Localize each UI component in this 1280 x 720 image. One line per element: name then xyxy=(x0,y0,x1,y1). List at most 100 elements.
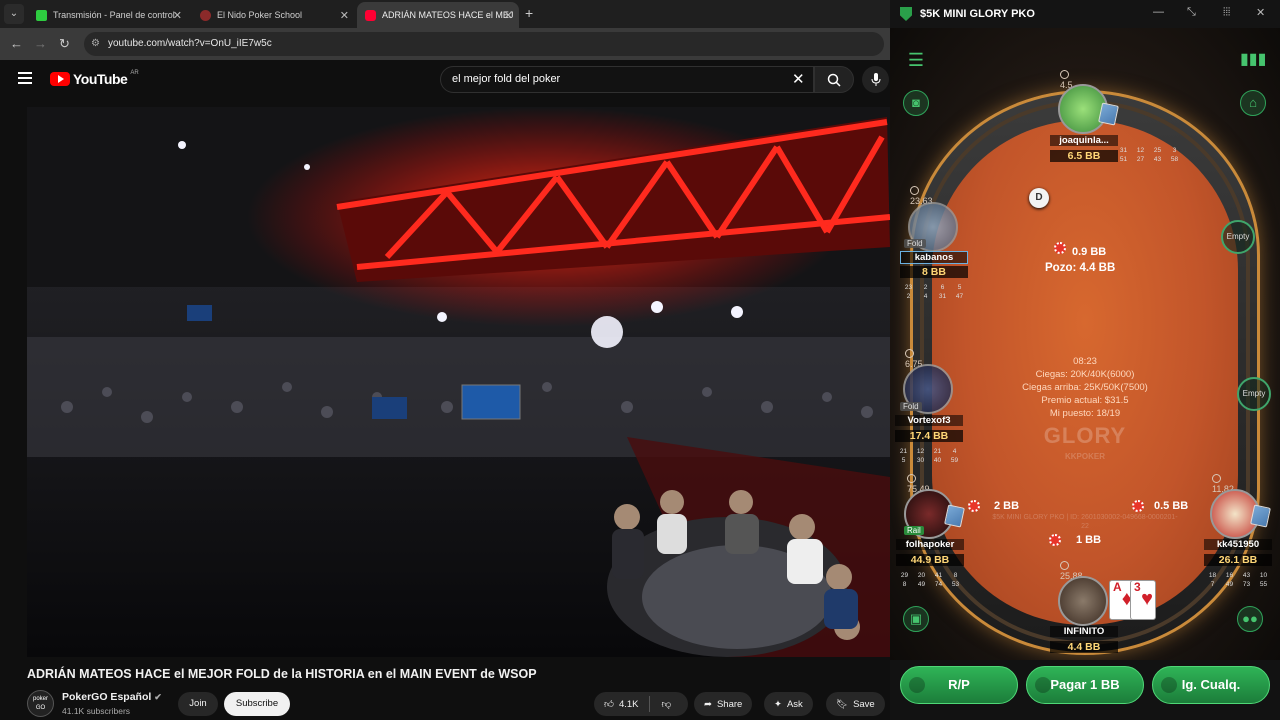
youtube-favicon-icon xyxy=(365,9,376,21)
glory-logo: GLORY xyxy=(1043,423,1127,448)
new-tab-icon[interactable]: + xyxy=(525,5,533,21)
browser-tab-active[interactable]: ADRIÁN MATEOS HACE el MEJ ✕ xyxy=(357,2,519,28)
close-tab-icon[interactable]: ✕ xyxy=(340,9,349,22)
search-query-text: el mejor fold del poker xyxy=(452,73,561,85)
close-tab-icon[interactable]: ✕ xyxy=(173,9,182,22)
stat: 23 xyxy=(904,284,913,291)
raise-pot-button[interactable]: R/P xyxy=(900,666,1018,704)
tournament-info: 08:23 Ciegas: 20K/40K(6000) Ciegas arrib… xyxy=(990,355,1180,420)
card-rank: A xyxy=(1113,580,1122,594)
back-icon[interactable]: ← xyxy=(10,36,23,51)
player-name: folhapoker xyxy=(896,539,964,550)
stat: 49 xyxy=(917,581,926,588)
forward-icon[interactable]: → xyxy=(34,36,47,51)
browser-tab[interactable]: Transmisión - Panel de control ✕ xyxy=(28,2,188,28)
action-label: Ig. Cualq. xyxy=(1181,677,1241,692)
next-blinds: Ciegas arriba: 25K/50K(7500) xyxy=(1022,382,1148,393)
menu-icon[interactable]: ☰ xyxy=(903,48,929,74)
tab-bar: ⌄ Transmisión - Panel de control ✕ El Ni… xyxy=(0,0,890,28)
player-name: Vortexof3 xyxy=(895,415,963,426)
youtube-logo[interactable]: YouTube AR xyxy=(50,70,139,87)
menu-icon[interactable] xyxy=(18,72,32,84)
call-button[interactable]: Pagar 1 BB xyxy=(1026,666,1144,704)
microphone-icon xyxy=(871,73,880,87)
save-button[interactable]: 🔖︎ Save xyxy=(826,692,885,716)
player-stack: 8 BB xyxy=(900,266,968,278)
player-stack: 44.9 BB xyxy=(896,554,964,566)
poker-client-window: $5K MINI GLORY PKO — ⤡ ⦙⦙⦙ ✕ GLORY KKPOK… xyxy=(890,0,1280,720)
like-count[interactable]: 4.1K xyxy=(619,699,639,710)
tab-search-button[interactable]: ⌄ xyxy=(4,4,24,24)
bounty-icon xyxy=(905,349,914,358)
stat: 21 xyxy=(933,448,942,455)
close-window-icon[interactable]: ✕ xyxy=(1256,6,1265,19)
channel-avatar[interactable]: poker GO xyxy=(27,690,54,717)
ask-label: Ask xyxy=(786,698,803,710)
chat-icon[interactable]: ●● xyxy=(1237,606,1263,632)
stat: 2 xyxy=(906,293,911,300)
resize-icon[interactable]: ⤡ xyxy=(1187,6,1196,19)
current-prize: Premio actual: $31.5 xyxy=(1041,395,1129,406)
stat: 27 xyxy=(1136,156,1145,163)
share-label: Share xyxy=(716,698,743,710)
hole-card: 3 ♥ xyxy=(1130,580,1156,620)
close-tab-icon[interactable]: ✕ xyxy=(504,9,513,22)
lobby-icon[interactable]: ⌂ xyxy=(1240,90,1266,116)
poker-window-title: $5K MINI GLORY PKO xyxy=(920,8,1035,20)
stat: 8 xyxy=(953,572,958,579)
action-bar: R/P Pagar 1 BB Ig. Cualq. xyxy=(890,660,1280,720)
empty-seat-button[interactable]: Empty xyxy=(1221,220,1255,254)
grid-menu-icon[interactable]: ⦙⦙⦙ xyxy=(1223,6,1230,19)
ask-button[interactable]: ✦ Ask xyxy=(764,692,813,716)
subscribe-button[interactable]: Subscribe xyxy=(224,692,290,716)
player-stats: 31 12 25 3 51 27 43 58 xyxy=(1115,146,1183,164)
minimize-icon[interactable]: — xyxy=(1153,6,1164,18)
empty-seat-button[interactable]: Empty xyxy=(1237,377,1271,411)
video-frame-image xyxy=(27,107,890,657)
video-player[interactable] xyxy=(27,107,890,657)
join-button[interactable]: Join xyxy=(178,692,218,716)
stat: 53 xyxy=(951,581,960,588)
channel-name[interactable]: PokerGO Español ✔ xyxy=(62,691,162,703)
stat: 41 xyxy=(934,572,943,579)
stat: 3 xyxy=(1172,147,1177,154)
checkbox-icon xyxy=(909,677,925,693)
cards-icon[interactable]: ▣ xyxy=(903,606,929,632)
call-any-button[interactable]: Ig. Cualq. xyxy=(1152,666,1270,704)
camera-icon[interactable]: ◙ xyxy=(903,90,929,116)
bet-chip-icon xyxy=(1132,500,1144,512)
clear-search-icon[interactable]: ✕ xyxy=(792,70,805,88)
player-stats: 29 20 41 8 8 49 74 53 xyxy=(896,571,964,589)
voice-search-button[interactable] xyxy=(862,66,889,93)
stat: 4 xyxy=(923,293,928,300)
stat: 25 xyxy=(1153,147,1162,154)
reload-icon[interactable]: ↻ xyxy=(59,36,70,52)
channel-avatar-text: poker GO xyxy=(32,696,48,711)
tab-title: Transmisión - Panel de control xyxy=(53,10,175,20)
stat: 5 xyxy=(901,457,906,464)
save-label: Save xyxy=(853,698,875,710)
share-button[interactable]: ➦ Share xyxy=(694,692,753,716)
browser-window: ⌄ Transmisión - Panel de control ✕ El Ni… xyxy=(0,0,890,720)
stat: 10 xyxy=(1259,572,1268,579)
stat: 43 xyxy=(1242,572,1251,579)
stat: 31 xyxy=(1119,147,1128,154)
dislike-icon[interactable]: 👎︎ xyxy=(661,698,671,710)
poker-table: GLORY KKPOKER $5K MINI GLORY PKO | ID: 2… xyxy=(890,28,1280,660)
sparkle-icon: ✦ xyxy=(774,698,782,710)
browser-tab[interactable]: El Nido Poker School ✕ xyxy=(192,2,355,28)
address-bar: ← → ↻ ⚙ youtube.com/watch?v=OnU_iIE7w5c xyxy=(0,28,890,60)
checkbox-icon xyxy=(1035,677,1051,693)
search-input[interactable]: el mejor fold del poker xyxy=(440,66,814,93)
stats-chart-icon[interactable]: ▮▮▮ xyxy=(1240,48,1266,74)
search-button[interactable] xyxy=(814,66,854,93)
player-stats: 23 2 6 5 2 4 31 47 xyxy=(900,283,968,301)
bet-amount-hero: 1 BB xyxy=(1076,534,1102,546)
stat: 59 xyxy=(950,457,959,464)
my-position: Mi puesto: 18/19 xyxy=(1049,408,1121,419)
player-stats: 18 16 43 10 7 49 73 55 xyxy=(1204,571,1272,589)
like-icon[interactable]: 👍︎ xyxy=(604,698,614,710)
url-field[interactable]: ⚙ youtube.com/watch?v=OnU_iIE7w5c xyxy=(84,32,884,56)
site-info-icon[interactable]: ⚙ xyxy=(91,32,100,56)
fold-tag: Fold xyxy=(904,239,926,248)
